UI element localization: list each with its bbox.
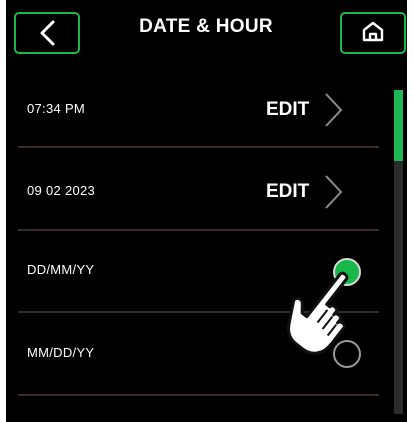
format-mmddyy-label: MM/DD/YY	[27, 345, 95, 360]
back-button[interactable]	[14, 12, 80, 54]
divider	[18, 146, 379, 148]
chevron-right-icon	[325, 175, 343, 209]
date-hour-screen: DATE & HOUR 07:34 PM EDIT 09 02 2023 EDI…	[6, 0, 407, 422]
home-button[interactable]	[340, 12, 406, 54]
divider	[18, 394, 379, 396]
scrollbar-thumb[interactable]	[394, 90, 403, 161]
edit-date-label: EDIT	[266, 181, 310, 202]
divider	[18, 229, 379, 231]
chevron-right-icon	[325, 93, 343, 127]
edit-time-label: EDIT	[266, 99, 310, 120]
time-value: 07:34 PM	[27, 101, 86, 116]
chevron-left-icon	[40, 20, 55, 46]
edit-date-button[interactable]: EDIT	[244, 173, 344, 213]
hand-pointer-icon	[287, 271, 349, 355]
date-value: 09 02 2023	[27, 183, 96, 198]
format-ddmmyy-label: DD/MM/YY	[27, 262, 95, 277]
home-icon	[362, 21, 384, 42]
edit-time-button[interactable]: EDIT	[244, 91, 344, 131]
page-title: DATE & HOUR	[139, 16, 273, 37]
